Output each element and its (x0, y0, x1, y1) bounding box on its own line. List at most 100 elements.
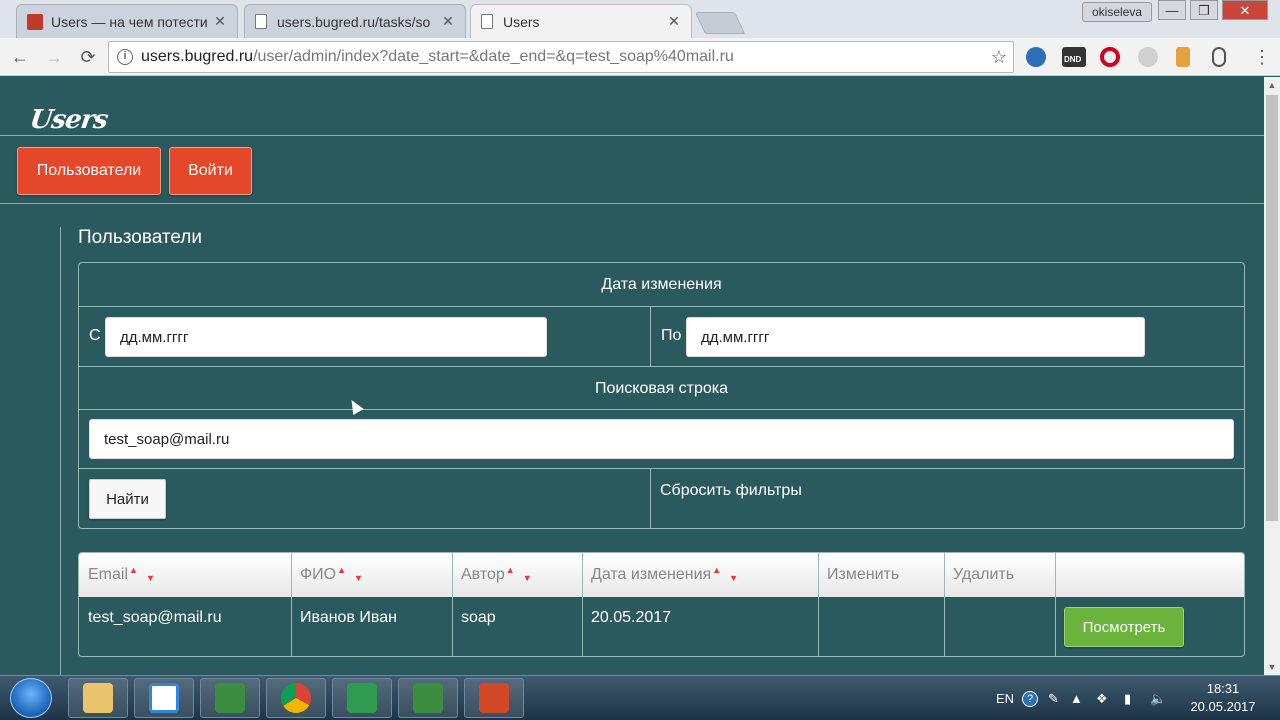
sort-desc-icon[interactable]: ▼ (729, 573, 738, 583)
windows-taskbar: EN ? ✎ ▲ ❖ ▮ 🔈 18:31 20.05.2017 (0, 675, 1280, 720)
tab-users-testing[interactable]: Users — на чем потести ✕ (16, 4, 238, 38)
scroll-down-icon[interactable]: ▼ (1264, 659, 1280, 675)
tab-page-icon (481, 14, 493, 29)
col-email-header[interactable]: Email ▲ ▼ (79, 553, 291, 597)
scroll-up-icon[interactable]: ▲ (1264, 77, 1280, 93)
browser-toolbar: ← → ⟳ i users.bugred.ru/user/admin/index… (0, 38, 1280, 76)
date-header: Дата изменения (601, 276, 722, 293)
content-left-rule (60, 227, 61, 675)
date-from-label: С (89, 327, 101, 344)
col-label: Удалить (953, 566, 1015, 583)
date-to-label: По (661, 327, 682, 344)
tab-close-icon[interactable]: ✕ (667, 13, 681, 30)
new-tab-button[interactable] (694, 12, 746, 34)
col-date-header[interactable]: Дата изменения ▲ ▼ (582, 553, 818, 597)
language-indicator[interactable]: EN (996, 676, 1014, 720)
bookmark-star-icon[interactable]: ☆ (991, 47, 1007, 68)
view-user-button[interactable]: Посмотреть (1064, 607, 1184, 647)
dnd-icon[interactable]: DND (1062, 47, 1086, 67)
system-clock[interactable]: 18:31 20.05.2017 (1188, 680, 1258, 716)
tab-favicon-icon (27, 13, 43, 30)
help-icon[interactable]: ? (1022, 676, 1038, 720)
globe-icon[interactable] (1026, 47, 1046, 67)
nav-login-button[interactable]: Войти (169, 147, 252, 195)
site-logo[interactable]: Users (28, 105, 109, 135)
sort-asc-icon[interactable]: ▲ (506, 565, 515, 575)
info-icon[interactable]: i (117, 49, 133, 65)
page-scrollbar[interactable]: ▲ ▼ (1264, 77, 1280, 675)
col-author-header[interactable]: Автор ▲ ▼ (452, 553, 582, 597)
users-table: Email ▲ ▼ ФИО ▲ ▼ Автор ▲ ▼ Дата изменен… (78, 552, 1245, 657)
pin-icon[interactable] (1176, 47, 1190, 67)
opera-icon[interactable] (1100, 47, 1120, 67)
dnd-label: DND (1064, 55, 1082, 64)
clock-date: 20.05.2017 (1190, 699, 1256, 714)
scroll-thumb[interactable] (1266, 95, 1278, 521)
start-button[interactable] (10, 678, 52, 718)
browser-titlebar: Users — на чем потести ✕ users.bugred.ru… (0, 0, 1280, 38)
tab-title: Users (503, 13, 540, 30)
maximize-button[interactable]: ❐ (1190, 0, 1218, 20)
powerpoint-icon[interactable] (464, 678, 524, 718)
pen-icon[interactable]: ✎ (1048, 676, 1059, 720)
date-from-input[interactable]: дд.мм.гггг (105, 317, 547, 357)
column-divider (818, 553, 819, 656)
col-fio-header[interactable]: ФИО ▲ ▼ (291, 553, 452, 597)
sort-desc-icon[interactable]: ▼ (523, 573, 532, 583)
profile-badge[interactable]: okiseleva (1082, 2, 1152, 22)
col-label: Автор (461, 566, 505, 583)
header-divider (0, 135, 1264, 136)
col-edit-header: Изменить (818, 553, 944, 597)
tab-bugred-tasks[interactable]: users.bugred.ru/tasks/so ✕ (244, 4, 466, 38)
snagit-icon[interactable] (332, 678, 392, 718)
tab-close-icon[interactable]: ✕ (213, 13, 227, 30)
dropbox-icon[interactable] (134, 678, 194, 718)
camtasia-recorder-icon[interactable] (398, 678, 458, 718)
back-arrow-icon[interactable]: ← (8, 45, 32, 69)
dropbox-tray-icon[interactable]: ❖ (1096, 676, 1108, 720)
explorer-icon[interactable] (68, 678, 128, 718)
sort-asc-icon[interactable]: ▲ (337, 565, 346, 575)
sort-desc-icon[interactable]: ▼ (354, 573, 363, 583)
col-label: Изменить (827, 566, 900, 583)
tab-close-icon[interactable]: ✕ (441, 13, 455, 30)
search-row: test_soap@mail.ru (79, 410, 1244, 469)
url-path: /user/admin/index?date_start=&date_end=&… (253, 48, 734, 65)
nav-divider (0, 203, 1264, 204)
sort-asc-icon[interactable]: ▲ (712, 565, 721, 575)
col-label: ФИО (300, 566, 337, 583)
clip-icon[interactable] (1212, 47, 1226, 67)
volume-icon[interactable]: 🔈 (1150, 676, 1166, 720)
table-header: Email ▲ ▼ ФИО ▲ ▼ Автор ▲ ▼ Дата изменен… (79, 553, 1244, 597)
search-input[interactable]: test_soap@mail.ru (89, 419, 1234, 459)
sort-asc-icon[interactable]: ▲ (129, 565, 138, 575)
col-delete-header: Удалить (944, 553, 1055, 597)
shield-icon[interactable] (1138, 47, 1158, 67)
forward-arrow-icon[interactable]: → (42, 45, 66, 69)
date-to-input[interactable]: дд.мм.гггг (686, 317, 1145, 357)
column-divider (650, 307, 651, 367)
nav-users-button[interactable]: Пользователи (17, 147, 161, 195)
date-header-row: Дата изменения (79, 263, 1244, 307)
cell-email: test_soap@mail.ru (88, 609, 222, 626)
sort-desc-icon[interactable]: ▼ (146, 573, 155, 583)
column-divider (944, 553, 945, 656)
cell-author: soap (461, 609, 496, 626)
camtasia-icon[interactable] (200, 678, 260, 718)
tab-users-active[interactable]: Users ✕ (470, 4, 692, 38)
url-host: users.bugred.ru (141, 48, 254, 65)
column-divider (1055, 553, 1056, 656)
menu-kebab-icon[interactable]: ⋮ (1250, 45, 1274, 69)
close-window-button[interactable]: ✕ (1222, 0, 1268, 20)
reset-filters-link[interactable]: Сбросить фильтры (660, 482, 802, 500)
cell-fio: Иванов Иван (300, 609, 397, 626)
tab-title: Users — на чем потести (51, 13, 207, 30)
chrome-icon[interactable] (266, 678, 326, 718)
reload-icon[interactable]: ⟳ (76, 45, 100, 69)
minimize-button[interactable]: — (1158, 0, 1186, 20)
network-icon[interactable]: ▮ (1124, 676, 1131, 720)
tray-expand-icon[interactable]: ▲ (1070, 676, 1083, 720)
find-button[interactable]: Найти (89, 479, 166, 519)
address-bar[interactable]: i users.bugred.ru/user/admin/index?date_… (108, 41, 1014, 73)
page-content: Users Пользователи Войти Пользователи Да… (0, 77, 1264, 675)
